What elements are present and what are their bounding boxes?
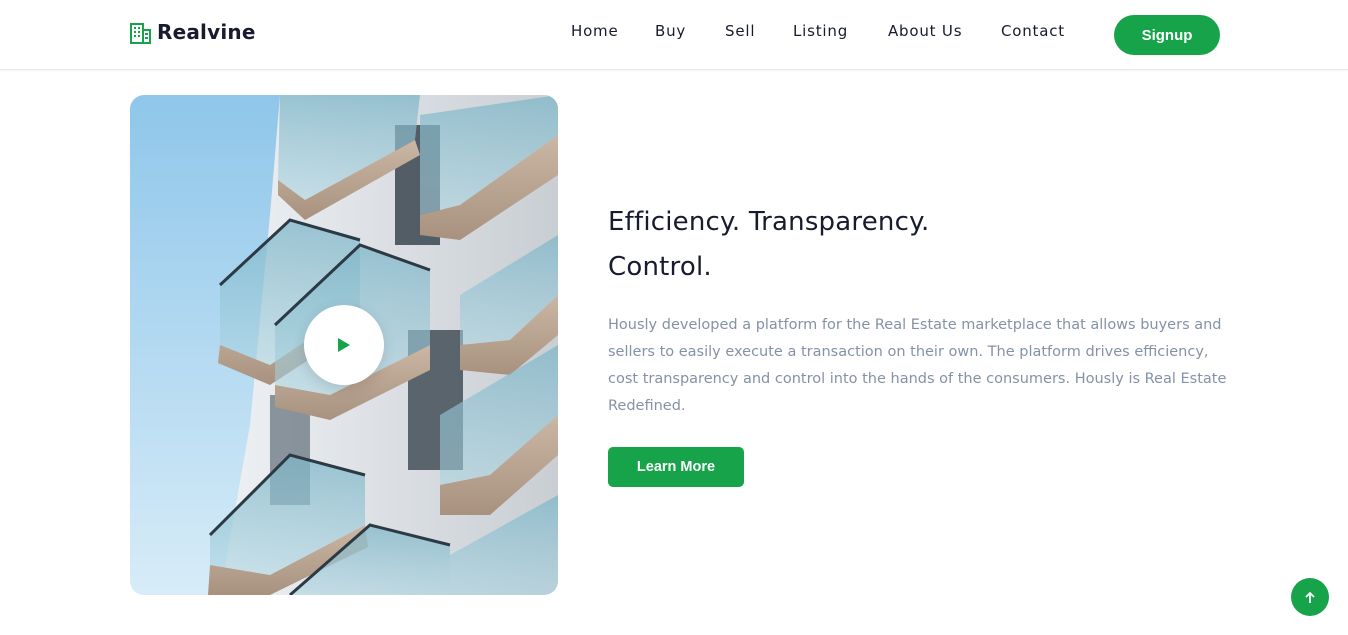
nav-sell[interactable]: Sell — [725, 22, 755, 40]
signup-button[interactable]: Signup — [1114, 15, 1220, 55]
back-to-top-button[interactable] — [1291, 578, 1329, 616]
section-description: Hously developed a platform for the Real… — [608, 317, 1227, 414]
apartment-building-image — [130, 95, 558, 595]
headline-line-1: Efficiency. Transparency. — [608, 207, 930, 237]
play-icon — [338, 338, 350, 352]
building-icon — [130, 22, 151, 44]
arrow-up-icon — [1305, 591, 1315, 603]
headline-line-2: Control. — [608, 252, 712, 282]
nav-contact[interactable]: Contact — [1001, 22, 1065, 40]
nav-about-us[interactable]: About Us — [888, 22, 962, 40]
nav-home[interactable]: Home — [571, 22, 619, 40]
learn-more-button[interactable]: Learn More — [608, 447, 744, 487]
navbar: Realvine Home Buy Sell Listing About Us … — [0, 0, 1348, 70]
section-headline: Efficiency. Transparency. Control. — [608, 200, 1168, 290]
play-video-button[interactable] — [304, 305, 384, 385]
nav-buy[interactable]: Buy — [655, 22, 686, 40]
logo-link[interactable]: Realvine — [130, 20, 256, 44]
nav-listing[interactable]: Listing — [793, 22, 848, 40]
brand-name: Realvine — [157, 20, 256, 44]
